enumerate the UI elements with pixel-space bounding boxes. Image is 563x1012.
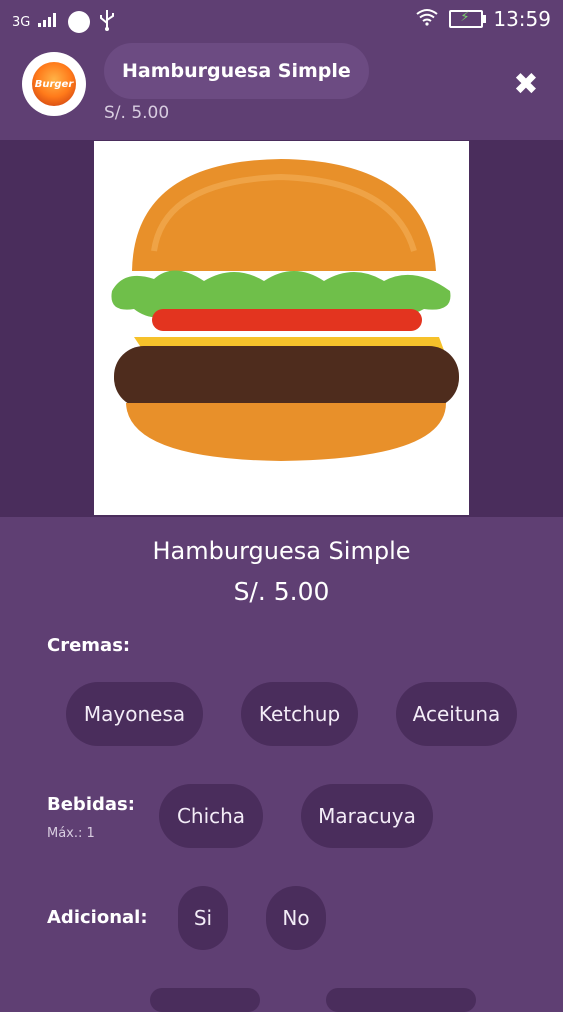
status-left: 3G [12, 9, 116, 35]
header-title: Hamburguesa Simple [104, 43, 369, 99]
bebidas-label: Bebidas: [47, 794, 135, 815]
option-no[interactable]: No [266, 886, 326, 950]
restaurant-logo: Burger [22, 52, 86, 116]
clock: 13:59 [493, 7, 551, 31]
option-chicha[interactable]: Chicha [159, 784, 263, 848]
header: Burger Hamburguesa Simple S/. 5.00 ✖ [0, 40, 563, 140]
notification-dot-icon [68, 11, 91, 33]
bebidas-max-note: Máx.: 1 [47, 826, 95, 841]
product-image-band [0, 140, 563, 517]
next-row-chip [150, 988, 260, 1012]
usb-icon [98, 9, 116, 35]
header-price: S/. 5.00 [104, 103, 170, 123]
option-maracuya[interactable]: Maracuya [301, 784, 433, 848]
option-aceituna[interactable]: Aceituna [396, 682, 517, 746]
battery-icon: ⚡ [449, 10, 487, 28]
logo-text: Burger [34, 78, 74, 90]
burger-image-icon [111, 159, 459, 461]
option-si[interactable]: Si [178, 886, 228, 950]
adicional-label: Adicional: [47, 907, 148, 928]
network-indicator: 3G [12, 14, 31, 30]
product-name: Hamburguesa Simple [152, 537, 411, 565]
burger-logo-icon: Burger [32, 62, 76, 106]
cremas-label: Cremas: [47, 635, 131, 656]
wifi-icon [415, 7, 439, 31]
next-row-chip [326, 988, 476, 1012]
status-right: ⚡ 13:59 [415, 7, 551, 31]
close-icon: ✖ [513, 67, 539, 102]
option-mayonesa[interactable]: Mayonesa [66, 682, 203, 746]
option-ketchup[interactable]: Ketchup [241, 682, 358, 746]
signal-icon [38, 13, 60, 31]
close-button[interactable]: ✖ [511, 70, 541, 100]
header-title-text: Hamburguesa Simple [122, 60, 351, 82]
product-price: S/. 5.00 [233, 577, 330, 606]
status-bar: 3G ⚡ 13:59 [0, 0, 563, 40]
product-image [94, 141, 469, 515]
